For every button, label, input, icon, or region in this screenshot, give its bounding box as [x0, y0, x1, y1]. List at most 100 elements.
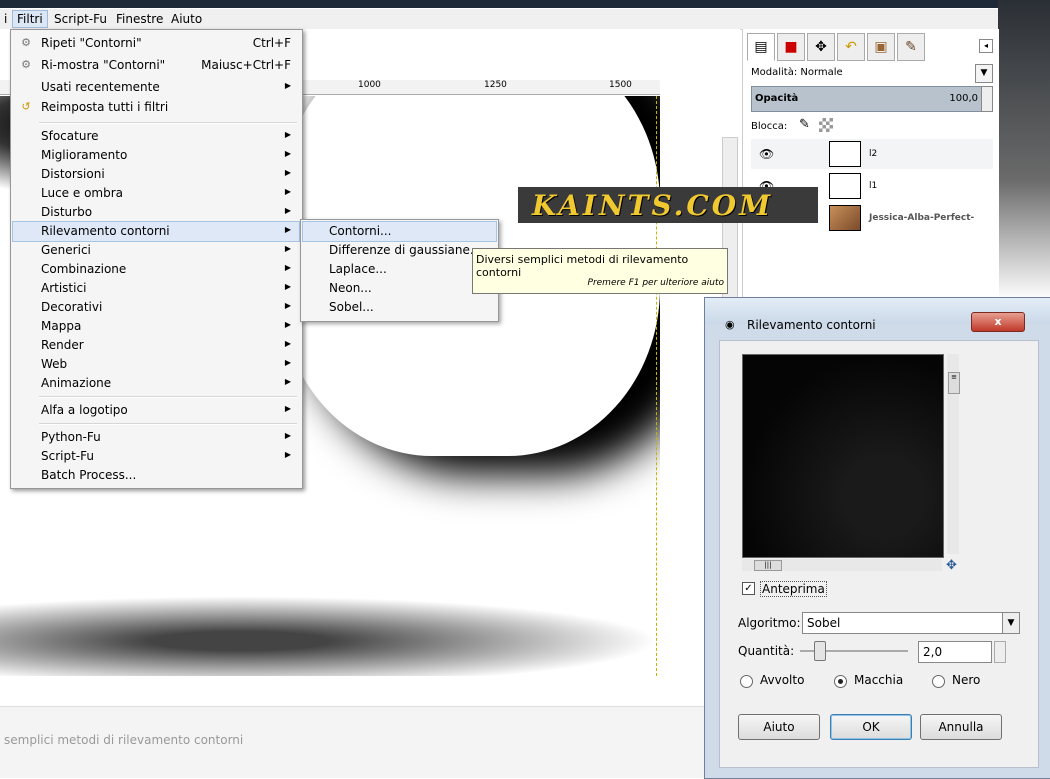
menu-item-noise[interactable]: Disturbo ▶ [13, 203, 299, 222]
window-top-border [0, 0, 1050, 8]
opacity-label: Opacità [755, 93, 799, 104]
submenu-arrow-icon: ▶ [284, 320, 291, 329]
mode-select[interactable]: Modalità: Normale [751, 67, 843, 78]
lock-alpha-icon[interactable] [819, 118, 833, 132]
wrap-radio[interactable] [740, 675, 753, 688]
cancel-button[interactable]: Annulla [920, 714, 1002, 740]
menu-item-reshow[interactable]: ⚙ Ri-mostra "Contorni" Maiusc+Ctrl+F [13, 56, 299, 75]
chevron-down-icon[interactable]: ▼ [1002, 613, 1019, 633]
edge-detect-dialog: ◉ Rilevamento contorni x ≡ ||| ✥ ✓ Antep… [704, 297, 1050, 779]
menu-item-edge-detect[interactable]: Rilevamento contorni ▶ [12, 221, 300, 242]
menu-item-edge[interactable]: Contorni... [302, 221, 497, 242]
menu-item-batch-process[interactable]: Batch Process... [13, 466, 299, 485]
smear-radio[interactable] [834, 675, 847, 688]
menu-item-distorts[interactable]: Distorsioni ▶ [13, 165, 299, 184]
menu-item-dog[interactable]: Differenze di gaussiane... [303, 241, 496, 260]
dock-menu-icon[interactable]: ◂ [979, 39, 993, 53]
watermark-logo: KAINTS.COM [518, 187, 818, 223]
submenu-arrow-icon: ▶ [284, 431, 291, 440]
menu-item-python-fu[interactable]: Python-Fu ▶ [13, 428, 299, 447]
layer-row[interactable]: 👁 l2 [751, 139, 993, 169]
layers-tab-icon[interactable]: ▤ [747, 33, 775, 61]
black-radio[interactable] [932, 675, 945, 688]
quantity-input[interactable]: 2,0 [918, 641, 992, 663]
wrap-label[interactable]: Avvolto [760, 673, 804, 687]
preview-label[interactable]: Anteprima [760, 581, 827, 597]
menu-item-recent[interactable]: Usati recentemente ▶ [13, 78, 299, 97]
menu-item-animation[interactable]: Animazione ▶ [13, 374, 299, 393]
menu-item-map[interactable]: Mappa ▶ [13, 317, 299, 336]
submenu-arrow-icon: ▶ [284, 358, 291, 367]
layer-thumbnail [829, 173, 861, 199]
reshow-icon: ⚙ [21, 58, 31, 71]
menu-item-laplace[interactable]: Laplace... [303, 260, 496, 279]
watermark-text: KAINTS.COM [532, 189, 774, 222]
layer-name: l1 [869, 181, 878, 191]
help-button[interactable]: Aiuto [738, 714, 820, 740]
menu-item-render[interactable]: Render ▶ [13, 336, 299, 355]
black-label[interactable]: Nero [952, 673, 980, 687]
menu-item-combine[interactable]: Combinazione ▶ [13, 260, 299, 279]
dialog-body: ≡ ||| ✥ ✓ Anteprima Algoritmo: Sobel ▼ Q… [719, 340, 1039, 768]
menu-image[interactable]: i [0, 11, 11, 27]
quantity-spinner[interactable] [994, 641, 1006, 663]
quantity-slider-handle[interactable] [814, 641, 826, 661]
menu-item-decor[interactable]: Decorativi ▶ [13, 298, 299, 317]
undo-tab-icon[interactable]: ↶ [837, 33, 865, 61]
images-tab-icon[interactable]: ▣ [867, 33, 895, 61]
preview-checkbox[interactable]: ✓ [742, 582, 755, 595]
layer-name: Jessica-Alba-Perfect- [869, 213, 975, 223]
tooltip-hint: Premere F1 per ulteriore aiuto [587, 278, 724, 288]
ok-button[interactable]: OK [830, 714, 912, 740]
menu-item-sobel[interactable]: Sobel... [303, 298, 496, 317]
menu-item-script-fu[interactable]: Script-Fu ▶ [13, 447, 299, 466]
tooltip-text: Diversi semplici metodi di rilevamento c… [476, 253, 689, 279]
navigate-icon[interactable]: ✥ [946, 558, 957, 573]
menu-item-alpha-to-logo[interactable]: Alfa a logotipo ▶ [13, 401, 299, 420]
channels-tab-icon[interactable]: ■ [777, 33, 805, 61]
eye-icon[interactable]: 👁 [759, 147, 774, 161]
submenu-arrow-icon: ▶ [284, 404, 291, 413]
brushes-tab-icon[interactable]: ✎ [897, 33, 925, 61]
tooltip: Diversi semplici metodi di rilevamento c… [472, 248, 728, 294]
submenu-arrow-icon: ▶ [284, 225, 291, 234]
layer-name: l2 [869, 149, 878, 159]
submenu-arrow-icon: ▶ [284, 168, 291, 177]
preview-image[interactable] [742, 354, 944, 558]
menu-item-blur[interactable]: Sfocature ▶ [13, 127, 299, 146]
lock-label: Blocca: [751, 121, 788, 132]
menu-separator [39, 423, 297, 425]
menu-item-artistic[interactable]: Artistici ▶ [13, 279, 299, 298]
submenu-arrow-icon: ▶ [284, 130, 291, 139]
algorithm-value: Sobel [807, 616, 841, 630]
submenu-arrow-icon: ▶ [284, 187, 291, 196]
quantity-label: Quantità: [738, 644, 795, 658]
opacity-slider[interactable]: Opacità 100,0 [751, 86, 985, 112]
edge-detect-submenu: Contorni... Differenze di gaussiane... L… [300, 219, 499, 322]
menu-filters[interactable]: Filtri [12, 10, 48, 28]
preview-horizontal-scrollbar[interactable]: ||| [742, 559, 942, 571]
lock-pixels-icon[interactable]: ✎ [799, 117, 810, 132]
algorithm-select[interactable]: Sobel ▼ [802, 612, 1020, 634]
menu-windows[interactable]: Finestre [112, 11, 167, 27]
submenu-arrow-icon: ▶ [284, 81, 291, 90]
menu-item-web[interactable]: Web ▶ [13, 355, 299, 374]
opacity-spinner[interactable] [981, 86, 993, 112]
menu-help[interactable]: Aiuto [167, 11, 206, 27]
preview-vertical-scrollbar[interactable]: ≡ [947, 354, 960, 554]
gimp-icon: ◉ [725, 318, 735, 331]
close-button[interactable]: x [971, 312, 1025, 332]
menu-item-light-shadow[interactable]: Luce e ombra ▶ [13, 184, 299, 203]
chevron-down-icon[interactable]: ▼ [975, 64, 993, 83]
submenu-arrow-icon: ▶ [284, 377, 291, 386]
paths-tab-icon[interactable]: ✥ [807, 33, 835, 61]
menu-item-neon[interactable]: Neon... [303, 279, 496, 298]
menu-item-reset[interactable]: ↺ Reimposta tutti i filtri [13, 98, 299, 117]
opacity-value: 100,0 [949, 93, 978, 104]
menu-item-enhance[interactable]: Miglioramento ▶ [13, 146, 299, 165]
menu-script-fu[interactable]: Script-Fu [50, 11, 111, 27]
menu-item-repeat[interactable]: ⚙ Ripeti "Contorni" Ctrl+F [13, 34, 299, 53]
menu-item-generic[interactable]: Generici ▶ [13, 241, 299, 260]
submenu-arrow-icon: ▶ [284, 263, 291, 272]
smear-label[interactable]: Macchia [854, 673, 903, 687]
